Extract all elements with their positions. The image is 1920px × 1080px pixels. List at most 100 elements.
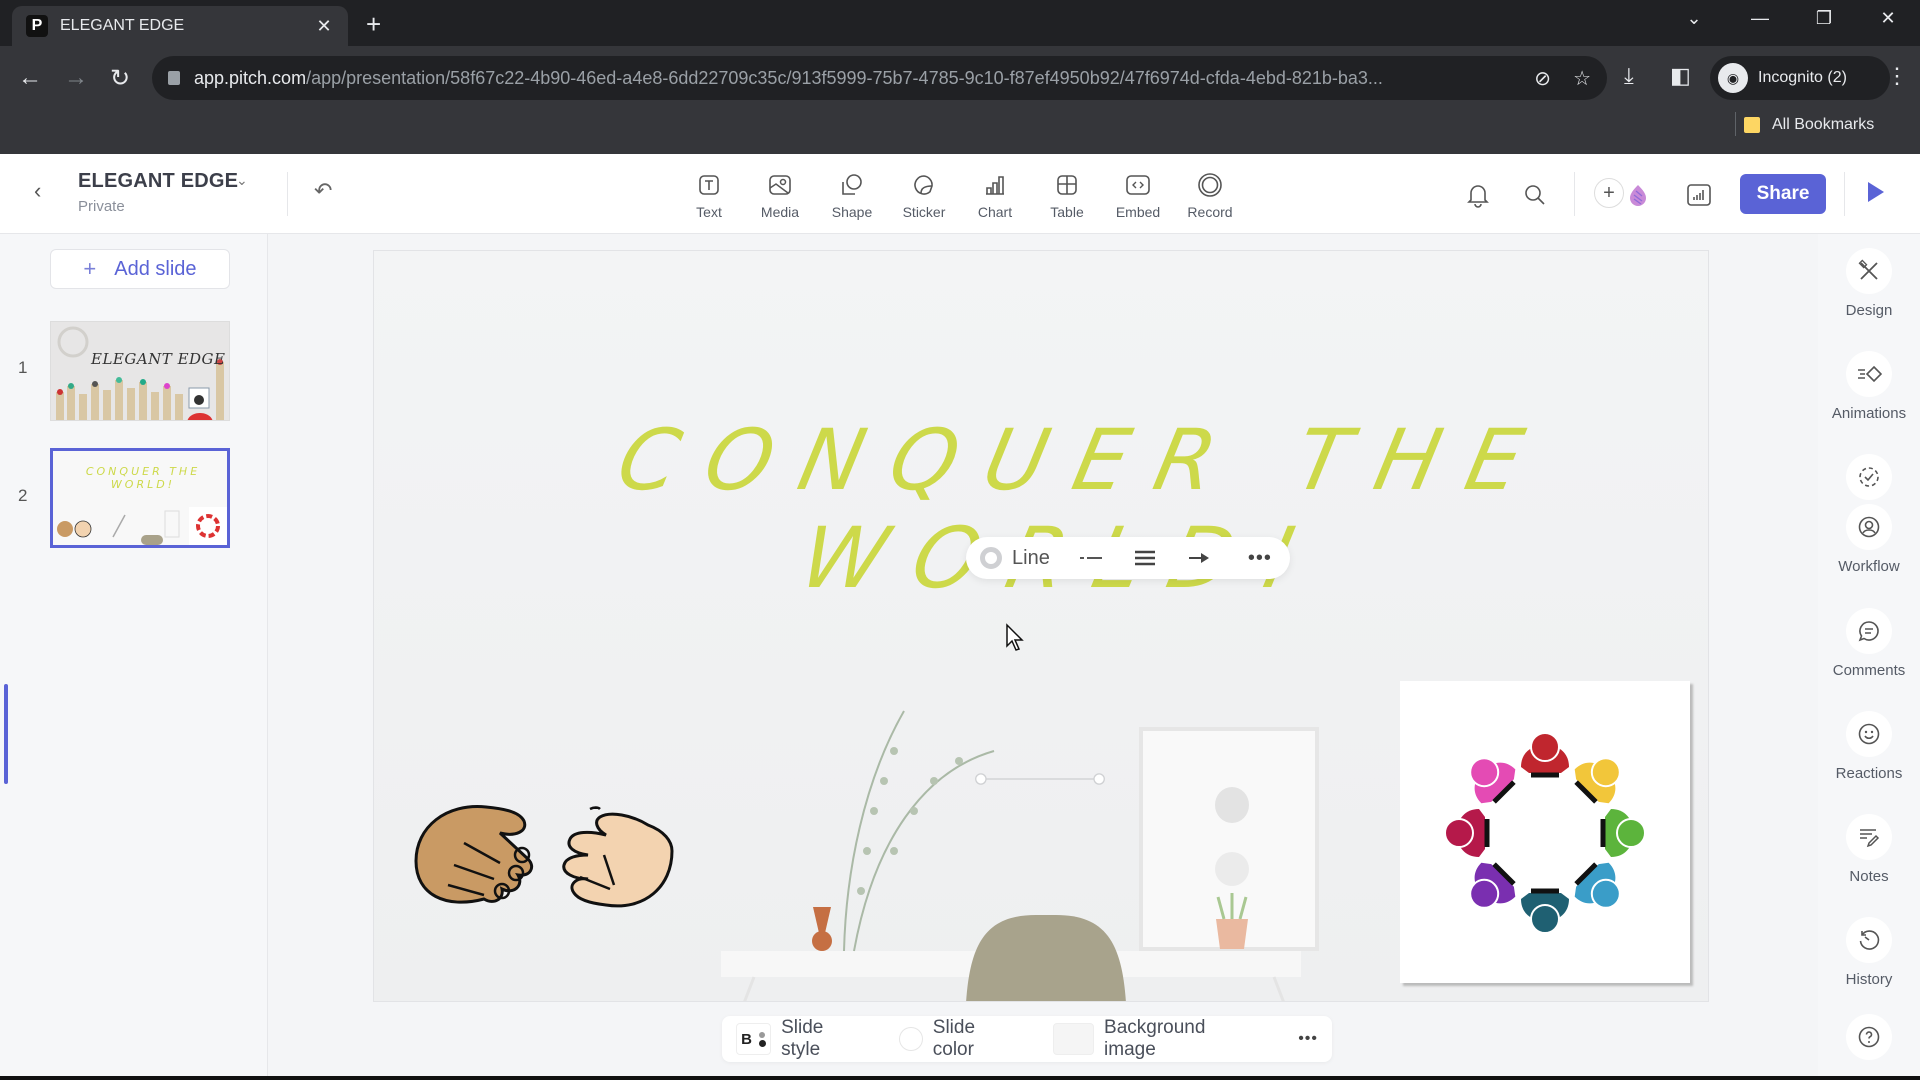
profile-button[interactable]: ◉ Incognito (2) bbox=[1710, 56, 1890, 100]
tool-embed[interactable]: Embed bbox=[1103, 172, 1173, 220]
tool-label: Media bbox=[760, 204, 800, 220]
background-image-button[interactable]: Background image bbox=[1104, 1017, 1258, 1061]
design-icon bbox=[1846, 248, 1892, 294]
more-options-button[interactable]: ••• bbox=[1226, 537, 1294, 579]
team-figure bbox=[1469, 862, 1516, 909]
background-image-thumbnail[interactable] bbox=[1053, 1023, 1095, 1055]
chart-icon bbox=[981, 172, 1009, 198]
comments-icon bbox=[1846, 608, 1892, 654]
slide-thumbnail-2[interactable]: CONQUER THE WORLD! bbox=[50, 448, 230, 548]
browser-toolbar: ← → ↻ app.pitch.com/app/presentation/58f… bbox=[0, 46, 1920, 154]
tool-label: Chart bbox=[977, 204, 1013, 220]
window-bottom-edge bbox=[0, 1076, 1920, 1080]
assignee-icon bbox=[1846, 504, 1892, 550]
team-figure bbox=[1444, 809, 1490, 857]
add-slide-button[interactable]: + Add slide bbox=[50, 249, 230, 289]
slide-style-button[interactable]: Slide style bbox=[781, 1017, 865, 1061]
panel-workflow[interactable]: Workflow bbox=[1818, 454, 1920, 575]
tool-label: Sticker bbox=[902, 204, 946, 220]
team-figure bbox=[1574, 862, 1621, 909]
table-icon bbox=[1053, 172, 1081, 198]
tool-chart[interactable]: Chart bbox=[960, 172, 1030, 220]
document-title[interactable]: ELEGANT EDGE bbox=[78, 170, 238, 193]
slide-style-badge[interactable]: B bbox=[736, 1023, 772, 1055]
back-to-workspace-icon[interactable]: ‹ bbox=[34, 178, 41, 204]
tool-text[interactable]: Text bbox=[674, 172, 744, 220]
tool-record[interactable]: Record bbox=[1175, 172, 1245, 220]
analytics-icon[interactable] bbox=[1684, 180, 1714, 210]
slide-thumbnail-1[interactable]: ELEGANT EDGE bbox=[50, 321, 230, 421]
line-type-label: Line bbox=[1012, 546, 1050, 569]
bookmarks-divider bbox=[1735, 112, 1736, 136]
line-color-swatch-icon bbox=[980, 547, 1002, 569]
back-button[interactable]: ← bbox=[12, 64, 48, 92]
panel-design[interactable]: Design bbox=[1818, 248, 1920, 319]
help-button[interactable] bbox=[1818, 1014, 1920, 1060]
notifications-bell-icon[interactable] bbox=[1463, 180, 1493, 210]
close-tab-icon[interactable]: ✕ bbox=[314, 16, 334, 37]
collaborator-avatar-icon[interactable] bbox=[1623, 180, 1653, 210]
forward-button[interactable]: → bbox=[58, 64, 94, 92]
slide-bottom-bar: B Slide style Slide color Background ima… bbox=[722, 1016, 1332, 1062]
line-arrow-button[interactable] bbox=[1172, 537, 1226, 579]
browser-menu-icon[interactable]: ⋮ bbox=[1886, 63, 1908, 89]
tool-shape[interactable]: Shape bbox=[817, 172, 887, 220]
download-icon[interactable]: ⤓ bbox=[1624, 63, 1634, 89]
present-play-icon[interactable] bbox=[1868, 182, 1884, 202]
eye-off-icon[interactable]: ⊘ bbox=[1534, 66, 1551, 91]
teamwork-circle-image[interactable] bbox=[1400, 681, 1690, 983]
panel-label: Design bbox=[1845, 302, 1893, 319]
invite-collaborator-button[interactable]: + bbox=[1594, 178, 1624, 208]
right-panel: Design Animations Workflow Comments Reac… bbox=[1818, 234, 1920, 1080]
browser-tab[interactable]: P ELEGANT EDGE ✕ bbox=[12, 6, 348, 46]
line-start-handle[interactable] bbox=[975, 773, 987, 785]
tab-search-chevron-icon[interactable]: ⌄ bbox=[1674, 8, 1714, 29]
mouse-cursor-icon bbox=[1006, 623, 1024, 651]
team-figure bbox=[1521, 732, 1569, 778]
slide-color-swatch-icon[interactable] bbox=[899, 1027, 923, 1051]
header-divider bbox=[1574, 172, 1575, 216]
restore-button[interactable]: ❐ bbox=[1804, 8, 1844, 29]
panel-history[interactable]: History bbox=[1818, 917, 1920, 988]
notes-icon bbox=[1846, 814, 1892, 860]
more-options-icon[interactable]: ••• bbox=[1298, 1030, 1318, 1048]
handshake-image[interactable] bbox=[404, 791, 684, 921]
minimize-button[interactable]: — bbox=[1740, 8, 1780, 29]
embed-icon bbox=[1124, 172, 1152, 198]
panel-label: Notes bbox=[1849, 868, 1889, 885]
line-end-handle[interactable] bbox=[1093, 773, 1105, 785]
new-tab-button[interactable]: + bbox=[366, 10, 381, 38]
line-type-button[interactable]: Line bbox=[966, 537, 1064, 579]
panel-comments[interactable]: Comments bbox=[1818, 608, 1920, 679]
slides-panel: + Add slide 1 ELEGANT EDGE 2 CONQUER THE… bbox=[0, 234, 268, 1080]
search-icon[interactable] bbox=[1520, 180, 1550, 210]
share-button[interactable]: Share bbox=[1740, 174, 1826, 214]
slide-color-button[interactable]: Slide color bbox=[933, 1017, 1019, 1061]
sticker-icon bbox=[910, 172, 938, 198]
tool-label: Text bbox=[696, 204, 722, 220]
tool-sticker[interactable]: Sticker bbox=[889, 172, 959, 220]
chevron-down-icon[interactable]: ⌄ bbox=[236, 172, 248, 189]
lock-icon bbox=[168, 71, 180, 85]
bookmark-star-icon[interactable]: ☆ bbox=[1573, 66, 1591, 91]
close-window-button[interactable]: ✕ bbox=[1868, 8, 1908, 29]
all-bookmarks-button[interactable]: All Bookmarks bbox=[1744, 116, 1874, 134]
line-element[interactable] bbox=[964, 773, 1116, 785]
undo-icon[interactable]: ↶ bbox=[314, 178, 332, 204]
panel-animations[interactable]: Animations bbox=[1818, 351, 1920, 422]
line-weight-button[interactable] bbox=[1118, 537, 1172, 579]
line-style-button[interactable] bbox=[1064, 537, 1118, 579]
animations-icon bbox=[1846, 351, 1892, 397]
panel-notes[interactable]: Notes bbox=[1818, 814, 1920, 885]
panel-reactions[interactable]: Reactions bbox=[1818, 711, 1920, 782]
tool-media[interactable]: Media bbox=[745, 172, 815, 220]
reload-button[interactable]: ↻ bbox=[102, 64, 138, 93]
plus-icon: + bbox=[83, 256, 97, 281]
panel-label: Comments bbox=[1832, 662, 1906, 679]
side-panel-icon[interactable]: ◧ bbox=[1670, 63, 1691, 89]
address-bar[interactable]: app.pitch.com/app/presentation/58f67c22-… bbox=[152, 56, 1607, 100]
team-figure bbox=[1574, 757, 1621, 804]
incognito-icon: ◉ bbox=[1718, 63, 1748, 93]
tool-table[interactable]: Table bbox=[1032, 172, 1102, 220]
slide-canvas[interactable]: CONQUER THE WORLD! bbox=[373, 250, 1709, 1002]
